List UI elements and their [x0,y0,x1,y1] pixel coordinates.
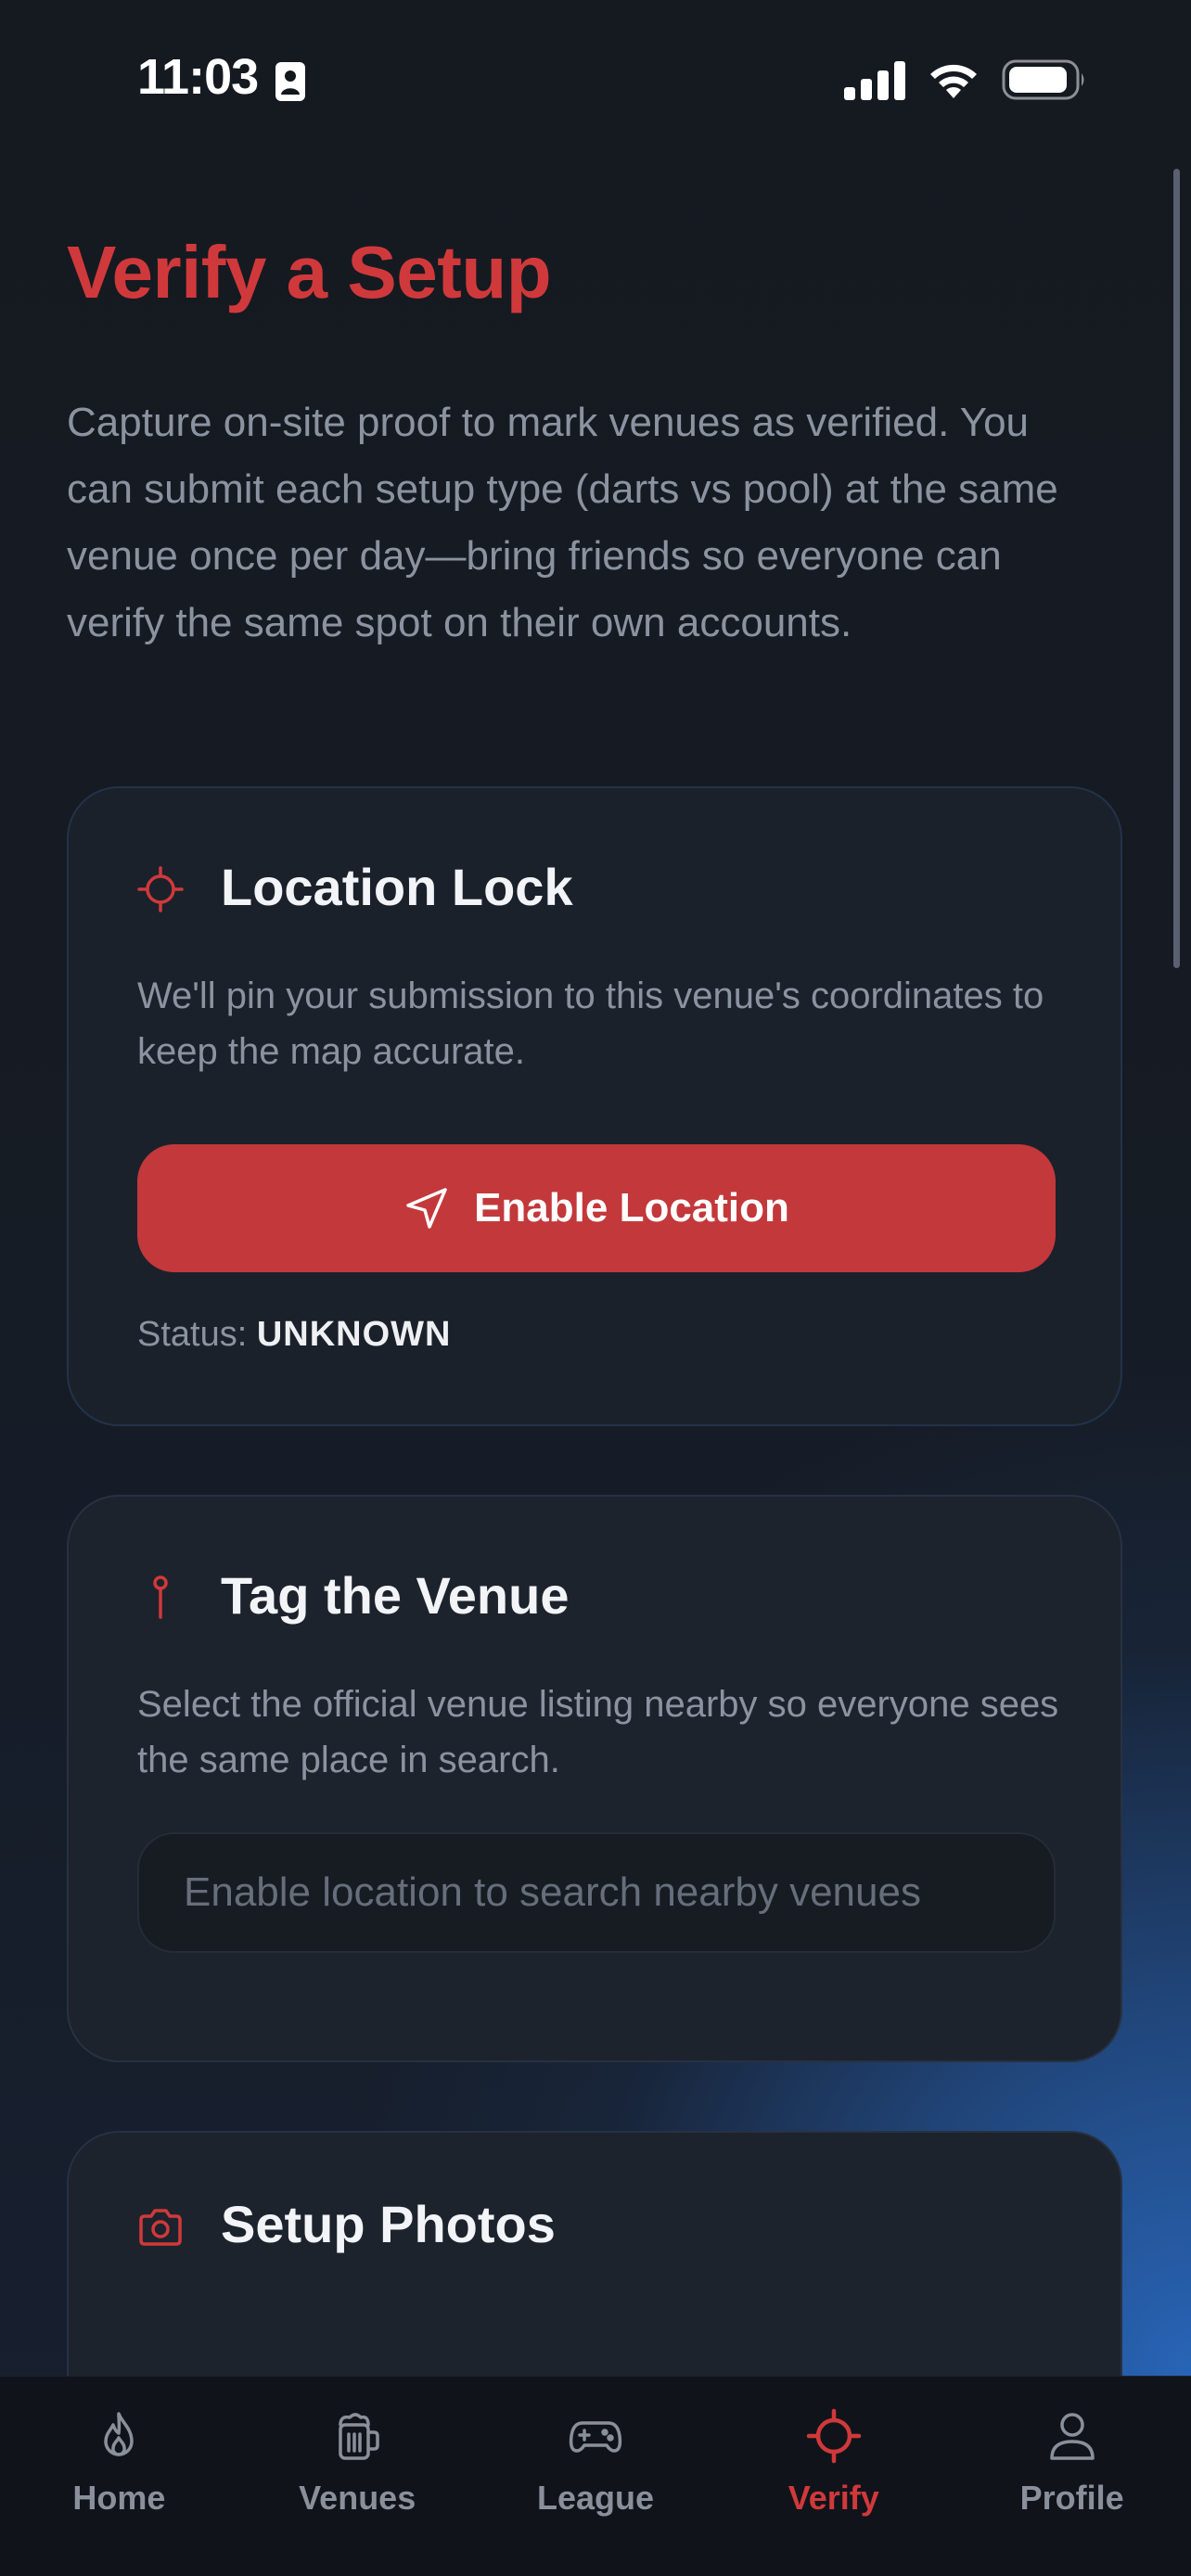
tab-bar: Home Venues League Verify Profile [0,2376,1191,2576]
page-intro: Capture on-site proof to mark venues as … [67,400,1058,645]
card-title: Setup Photos [221,2195,556,2253]
tab-label: Verify [788,2479,879,2517]
flame-icon [104,2412,134,2456]
card-description: We'll pin your submission to this venue'… [137,976,1044,1072]
cellular-signal-icon [844,61,905,100]
tab-league[interactable]: League [477,2377,715,2576]
person-icon [1049,2413,1095,2460]
battery-icon [1002,59,1084,100]
status-bar: 11:03 [0,0,1191,158]
tab-label: Home [72,2479,166,2517]
wifi-icon [930,64,977,98]
crosshair-icon [806,2408,862,2464]
status-time: 11:03 [137,49,259,105]
card-title: Location Lock [221,858,573,916]
beer-mug-icon [339,2413,379,2460]
gamepad-icon [569,2421,622,2453]
enable-location-button[interactable]: Enable Location [137,1144,1056,1272]
enable-location-label: Enable Location [474,1185,789,1231]
pin-icon [153,1575,168,1619]
tab-profile[interactable]: Profile [953,2377,1191,2576]
venue-search-input[interactable] [137,1832,1056,1953]
tab-home[interactable]: Home [0,2377,238,2576]
status-label: Status: [137,1315,248,1354]
tab-label: League [536,2479,655,2517]
card-description: Select the official venue listing nearby… [137,1684,1059,1780]
status-value: UNKNOWN [256,1315,452,1354]
tag-venue-card: Tag the Venue Select the official venue … [67,1495,1122,2062]
location-lock-card: Location Lock We'll pin your submission … [67,786,1122,1426]
tab-venues[interactable]: Venues [238,2377,477,2576]
location-status: Status: UNKNOWN [137,1315,452,1355]
crosshair-icon [137,866,184,912]
tab-label: Profile [1019,2479,1124,2517]
camera-icon [139,2209,182,2246]
navigation-arrow-icon [406,1188,447,1229]
focus-mode-icon [275,62,305,101]
card-title: Tag the Venue [221,1566,570,1625]
setup-photos-card: Setup Photos [67,2131,1122,2409]
scroll-indicator[interactable] [1173,169,1180,968]
page-title: Verify a Setup [67,231,552,313]
tab-label: Venues [299,2479,416,2517]
verify-screen: 11:03 Verify a Setup Capture on-site pro… [0,0,1191,2576]
tab-verify[interactable]: Verify [714,2377,953,2576]
